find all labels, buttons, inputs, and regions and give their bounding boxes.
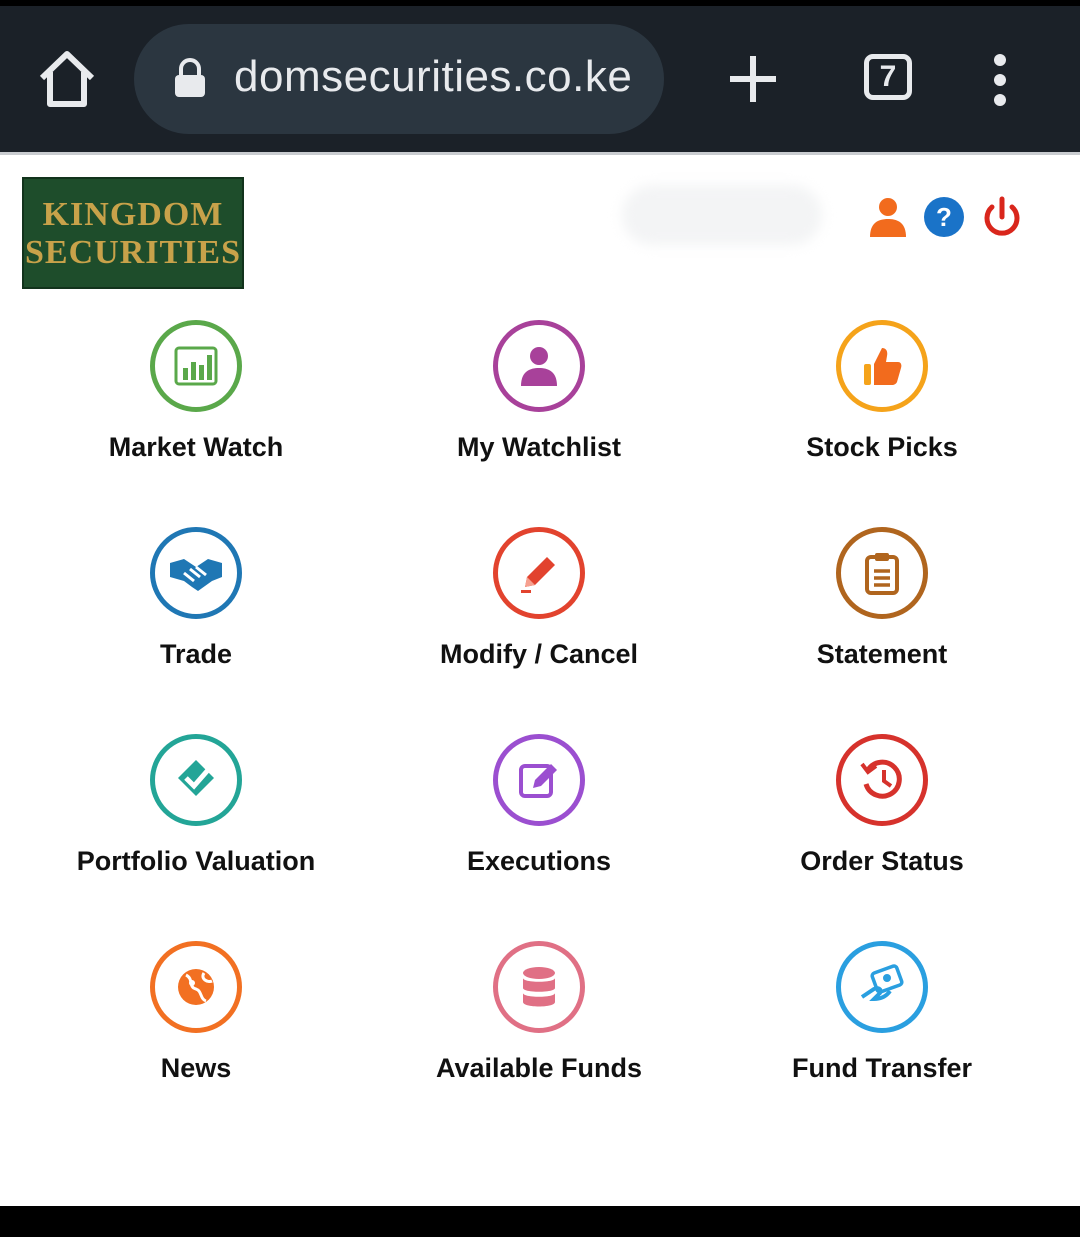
menu-tile-label: My Watchlist: [456, 432, 622, 462]
tab-switcher-button[interactable]: 7: [864, 54, 912, 100]
check-shield-icon: [150, 734, 242, 826]
menu-tile-my-watchlist[interactable]: My Watchlist: [359, 320, 719, 520]
menu-tile-label: News: [160, 1053, 232, 1083]
menu-tile-label: Order Status: [800, 846, 964, 876]
menu-tile-market-watch[interactable]: Market Watch: [16, 320, 376, 520]
menu-tile-available-funds[interactable]: Available Funds: [359, 941, 719, 1141]
menu-tile-label: Trade: [159, 639, 233, 669]
address-bar[interactable]: domsecurities.co.ke: [134, 24, 664, 134]
menu-tile-label: Stock Picks: [806, 432, 958, 462]
menu-tile-stock-picks[interactable]: Stock Picks: [702, 320, 1062, 520]
kingdom-securities-logo[interactable]: KINGDOM SECURITIES: [22, 177, 244, 289]
system-nav-bar: [0, 1206, 1080, 1237]
dashboard-page: KINGDOM SECURITIES ? Market Watch My Watc…: [0, 152, 1080, 1206]
menu-tile-label: Market Watch: [108, 432, 284, 462]
thumbs-up-icon: [836, 320, 928, 412]
menu-tile-portfolio-valuation[interactable]: Portfolio Valuation: [16, 734, 376, 934]
lock-icon: [175, 58, 205, 97]
help-icon[interactable]: ?: [922, 195, 966, 239]
handshake-icon: [150, 527, 242, 619]
database-icon: [493, 941, 585, 1033]
menu-tile-label: Available Funds: [435, 1053, 643, 1083]
new-tab-icon[interactable]: [726, 52, 780, 106]
menu-tile-modify-cancel[interactable]: Modify / Cancel: [359, 527, 719, 727]
home-icon[interactable]: [34, 46, 100, 112]
clipboard-icon: [836, 527, 928, 619]
pencil-icon: [493, 527, 585, 619]
redacted-username: [622, 185, 822, 245]
person-icon: [493, 320, 585, 412]
menu-tile-order-status[interactable]: Order Status: [702, 734, 1062, 934]
edit-note-icon: [493, 734, 585, 826]
url-text: domsecurities.co.ke: [234, 52, 633, 101]
menu-tile-label: Modify / Cancel: [439, 639, 639, 669]
bar-chart-icon: [150, 320, 242, 412]
menu-tile-label: Fund Transfer: [791, 1053, 973, 1083]
user-profile-icon[interactable]: [866, 195, 910, 239]
menu-tile-executions[interactable]: Executions: [359, 734, 719, 934]
logout-power-icon[interactable]: [980, 195, 1024, 239]
menu-tile-label: Statement: [816, 639, 948, 669]
browser-toolbar: domsecurities.co.ke 7: [0, 0, 1080, 152]
menu-tile-trade[interactable]: Trade: [16, 527, 376, 727]
logo-line1: KINGDOM: [42, 196, 224, 233]
money-hand-icon: [836, 941, 928, 1033]
history-icon: [836, 734, 928, 826]
svg-text:?: ?: [936, 202, 952, 232]
logo-line2: SECURITIES: [25, 234, 241, 271]
menu-tile-label: Portfolio Valuation: [76, 846, 316, 876]
menu-tile-news[interactable]: News: [16, 941, 376, 1141]
menu-tile-statement[interactable]: Statement: [702, 527, 1062, 727]
globe-icon: [150, 941, 242, 1033]
menu-tile-label: Executions: [466, 846, 612, 876]
more-options-icon[interactable]: [988, 54, 1012, 106]
menu-tile-fund-transfer[interactable]: Fund Transfer: [702, 941, 1062, 1141]
